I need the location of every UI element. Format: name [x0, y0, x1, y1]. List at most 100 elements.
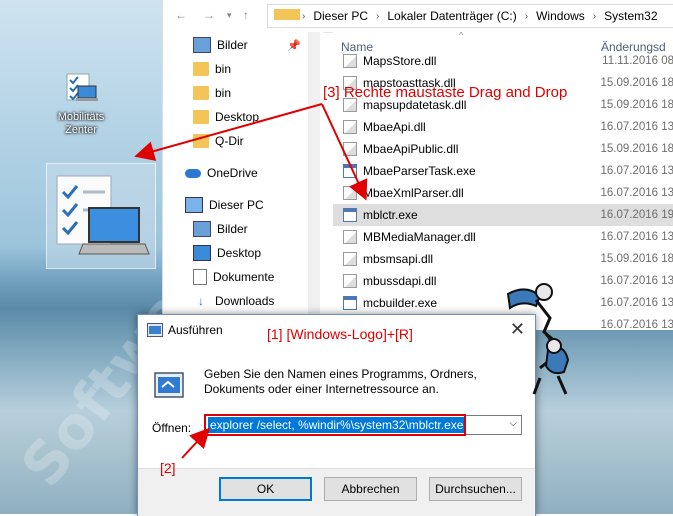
nav-item-label: bin: [215, 62, 232, 76]
breadcrumb-item[interactable]: Windows: [530, 9, 591, 23]
recent-dropdown-icon[interactable]: ▾: [227, 10, 232, 21]
run-dialog-title: Ausführen: [168, 323, 223, 337]
mobility-center-desktop-icon[interactable]: Mobilitäts Zenter: [50, 72, 112, 137]
file-name: mbsmsapi.dll: [363, 252, 434, 266]
open-input-value[interactable]: explorer /select, %windir%\system32\mblc…: [208, 417, 466, 433]
file-date: 15.09.2016 18: [600, 143, 673, 155]
up-icon[interactable]: ↑: [243, 8, 249, 22]
nav-item-label: Desktop: [215, 110, 260, 124]
annotation-step2: [2]: [160, 460, 176, 476]
browse-button[interactable]: Durchsuchen...: [429, 477, 522, 501]
nav-item-bin[interactable]: bin: [193, 82, 231, 104]
nav-item-bilder[interactable]: Bilder: [193, 218, 248, 240]
open-label: Öffnen:: [152, 421, 192, 435]
nav-item-label: Desktop: [217, 246, 262, 260]
nav-item-dieser-pc[interactable]: Dieser PC: [185, 194, 264, 216]
computer-icon: [185, 197, 203, 213]
file-row[interactable]: mbsmsapi.dll 15.09.2016 18: [333, 248, 673, 270]
pictures-icon: [193, 221, 211, 237]
file-name: MbaeParserTask.exe: [363, 164, 476, 178]
file-date: 16.07.2016 13: [600, 319, 673, 330]
file-date: 11.11.2016 08: [602, 55, 673, 67]
forward-icon[interactable]: →: [203, 8, 215, 22]
dll-file-icon: [343, 274, 357, 288]
file-name: MbaeXmlParser.dll: [363, 186, 464, 200]
annotation-step3: [3] Rechte maustaste Drag and Drop: [323, 84, 568, 101]
breadcrumb-separator[interactable]: ›: [300, 11, 307, 22]
exe-file-icon: [343, 296, 357, 310]
file-date: 15.09.2016 18: [600, 99, 673, 111]
file-row[interactable]: MbaeParserTask.exe 16.07.2016 13: [333, 160, 673, 182]
mobility-center-icon: [66, 73, 98, 101]
address-bar[interactable]: › Dieser PC › Lokaler Datenträger (C:) ›…: [267, 4, 673, 28]
file-row[interactable]: MapsStore.dll 11.11.2016 08: [333, 50, 673, 72]
run-icon: [147, 323, 163, 337]
nav-item-q-dir[interactable]: Q-Dir: [193, 130, 244, 152]
dll-file-icon: [343, 186, 357, 200]
breadcrumb-item[interactable]: System32: [598, 9, 663, 23]
nav-item-bilder[interactable]: Bilder 📌: [193, 34, 301, 56]
dll-file-icon: [343, 252, 357, 266]
folder-icon: [268, 9, 300, 23]
breadcrumb-separator[interactable]: ›: [523, 11, 530, 22]
exe-file-icon: [343, 164, 357, 178]
dll-file-icon: [343, 54, 357, 68]
nav-item-desktop[interactable]: Desktop: [193, 106, 259, 128]
breadcrumb-separator[interactable]: ›: [591, 11, 598, 22]
folder-icon: [193, 62, 209, 76]
file-date: 16.07.2016 19: [600, 209, 673, 221]
pictures-icon: [193, 37, 211, 53]
file-row[interactable]: MBMediaManager.dll 16.07.2016 13: [333, 226, 673, 248]
open-input[interactable]: explorer /select, %windir%\system32\mblc…: [204, 415, 522, 435]
cancel-button[interactable]: Abbrechen: [324, 477, 417, 501]
downloads-icon: ↓: [198, 294, 204, 308]
nav-item-downloads[interactable]: ↓ Downloads: [193, 290, 274, 312]
breadcrumb-separator[interactable]: ›: [374, 11, 381, 22]
climbing-figures-decoration: [506, 283, 570, 395]
cloud-icon: [185, 168, 201, 178]
drag-ghost-icon: [46, 163, 156, 269]
file-row[interactable]: mblctr.exe 16.07.2016 19: [333, 204, 673, 226]
sort-up-icon[interactable]: ^: [459, 32, 463, 40]
file-row[interactable]: MbaeXmlParser.dll 16.07.2016 13: [333, 182, 673, 204]
file-date: 15.09.2016 18: [600, 253, 673, 265]
mobility-center-large-icon: [56, 175, 150, 255]
file-name: MbaeApi.dll: [363, 120, 426, 134]
navigation-scrollbar[interactable]: [308, 32, 320, 330]
nav-item-label: Bilder: [217, 38, 248, 52]
nav-item-label: Dieser PC: [209, 198, 264, 212]
file-row[interactable]: MbaeApi.dll 16.07.2016 13: [333, 116, 673, 138]
nav-item-bin[interactable]: bin: [193, 58, 231, 80]
ok-button[interactable]: OK: [219, 477, 312, 501]
nav-item-desktop[interactable]: Desktop: [193, 242, 261, 264]
dll-file-icon: [343, 142, 357, 156]
back-icon[interactable]: ←: [175, 8, 187, 22]
breadcrumb-item[interactable]: Dieser PC: [307, 9, 374, 23]
pin-icon[interactable]: 📌: [287, 39, 301, 52]
run-dialog: Ausführen ✕ Geben Sie den Namen eines Pr…: [137, 314, 536, 516]
nav-item-label: Downloads: [215, 294, 275, 308]
desktop-icon-label: Mobilitäts Zenter: [57, 111, 105, 136]
nav-item-label: Bilder: [217, 222, 248, 236]
run-dialog-description: Geben Sie den Namen eines Programms, Ord…: [204, 367, 477, 396]
folder-icon: [193, 86, 209, 100]
file-date: 16.07.2016 13: [600, 121, 673, 133]
navigation-pane: Bilder 📌 bin bin Desktop Q-Dir OneDrive …: [163, 32, 323, 330]
folder-icon: [193, 110, 209, 124]
file-date: 16.07.2016 13: [600, 297, 673, 309]
run-large-icon: [154, 372, 184, 398]
dll-file-icon: [343, 230, 357, 244]
nav-item-label: bin: [215, 86, 232, 100]
file-date: 16.07.2016 13: [600, 231, 673, 243]
chevron-down-icon[interactable]: ⌵: [509, 418, 517, 429]
file-row[interactable]: MbaeApiPublic.dll 15.09.2016 18: [333, 138, 673, 160]
breadcrumb-item[interactable]: Lokaler Datenträger (C:): [381, 9, 522, 23]
file-date: 16.07.2016 13: [600, 275, 673, 287]
address-bar-row: ← → ▾ ↑ › Dieser PC › Lokaler Datenträge…: [163, 0, 673, 33]
nav-item-onedrive[interactable]: OneDrive: [185, 162, 258, 184]
folder-icon: [193, 134, 209, 148]
annotation-step1: [1] [Windows-Logo]+[R]: [267, 326, 413, 342]
nav-item-dokumente[interactable]: Dokumente: [193, 266, 274, 288]
dll-file-icon: [343, 120, 357, 134]
file-name: mblctr.exe: [363, 208, 418, 222]
